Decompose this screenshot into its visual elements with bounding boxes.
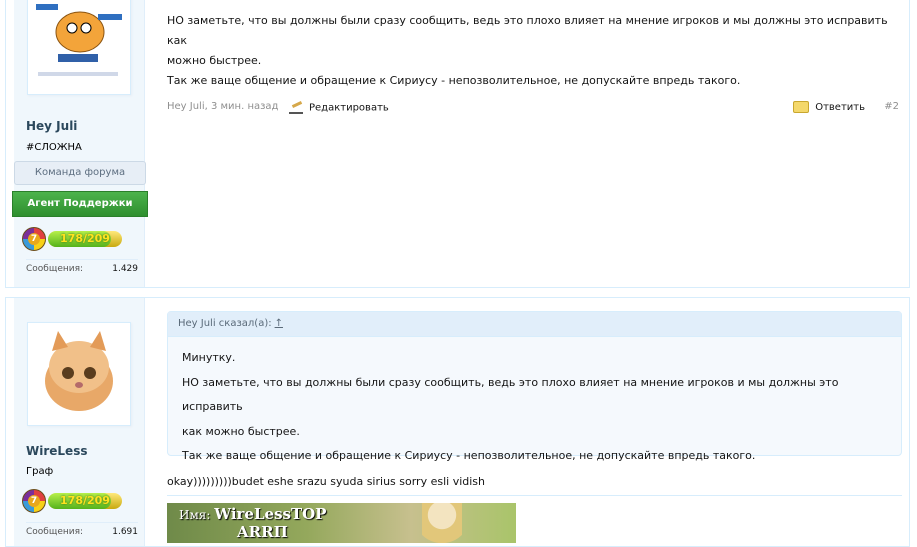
- quote-jump-link[interactable]: ↑: [275, 318, 283, 329]
- messages-count: 1.691: [112, 527, 138, 537]
- quote-body: Минутку. НО заметьте, что вы должны были…: [182, 346, 891, 469]
- pencil-icon: [289, 101, 303, 114]
- message-body: НО заметьте, что вы должны были сразу со…: [167, 11, 899, 91]
- post-1: Hey Juli #СЛОЖНА Команда форума Агент По…: [5, 0, 910, 288]
- avatar[interactable]: [27, 0, 131, 95]
- level-badge-number: 7: [28, 233, 40, 245]
- messages-label: Сообщения:: [26, 527, 84, 537]
- username[interactable]: WireLess: [26, 444, 87, 458]
- signature-divider: [167, 495, 902, 496]
- message-line: можно быстрее.: [167, 54, 262, 67]
- level-progress: 178/209: [48, 493, 122, 509]
- quote-line: как можно быстрее.: [182, 424, 300, 438]
- signature-second-value: ARRП: [237, 523, 288, 541]
- level-text: 178/209: [60, 494, 110, 507]
- avatar[interactable]: [27, 322, 131, 426]
- messages-label: Сообщения:: [26, 264, 84, 274]
- user-title: Граф: [26, 466, 54, 477]
- message-line: Так же ваще общение и обращение к Сириус…: [167, 74, 741, 87]
- messages-count: 1.429: [112, 264, 138, 274]
- post-meta: Hey Juli, 3 мин. назад Редактировать Отв…: [167, 101, 899, 114]
- user-title: #СЛОЖНА: [26, 142, 82, 153]
- post-2: WireLess Граф 7 178/209 Сообщения: 1.691…: [5, 297, 910, 547]
- level-progress: 178/209: [48, 231, 122, 247]
- user-info-panel: Hey Juli #СЛОЖНА Команда форума Агент По…: [12, 0, 148, 287]
- level-bar: 7 178/209: [22, 489, 134, 513]
- avatar-image: [28, 0, 130, 94]
- signature-name-value: WireLessTOP: [214, 505, 327, 523]
- username[interactable]: Hey Juli: [26, 119, 77, 133]
- level-badge-number: 7: [28, 495, 40, 507]
- quote-line: Минутку.: [182, 351, 236, 364]
- level-badge-icon: 7: [22, 489, 46, 513]
- edit-button[interactable]: Редактировать: [289, 101, 389, 114]
- level-badge-icon: 7: [22, 227, 46, 251]
- post-author-time[interactable]: Hey Juli, 3 мин. назад: [167, 101, 278, 112]
- quote-line: НО заметьте, что вы должны были сразу со…: [182, 375, 839, 414]
- quote-line: Так же ваще общение и обращение к Сириус…: [182, 449, 756, 462]
- banner-forum-team: Команда форума: [14, 161, 146, 185]
- avatar-image: [28, 323, 130, 425]
- reply-button[interactable]: Ответить: [793, 101, 865, 113]
- post-number[interactable]: #2: [884, 101, 899, 112]
- speech-bubble-icon: [793, 101, 810, 113]
- character-portrait: [422, 503, 462, 543]
- reply-label: Ответить: [815, 102, 865, 113]
- level-bar: 7 178/209: [22, 227, 134, 251]
- level-text: 178/209: [60, 232, 110, 245]
- signature-name-row: Имя: WireLessTOP: [179, 505, 326, 523]
- user-info-panel: WireLess Граф 7 178/209 Сообщения: 1.691: [14, 298, 145, 546]
- signature-image: Имя: WireLessTOP ARRП: [167, 503, 516, 543]
- signature-second-row: ARRП: [237, 523, 288, 541]
- quote-header: Hey Juli сказал(а): ↑: [168, 312, 901, 337]
- quote-block: Hey Juli сказал(а): ↑ Минутку. НО заметьт…: [167, 311, 902, 462]
- edit-label: Редактировать: [309, 102, 389, 114]
- message-line: НО заметьте, что вы должны были сразу со…: [167, 14, 888, 47]
- signature-name-label: Имя:: [179, 508, 211, 522]
- banner-support-agent: Агент Поддержки: [12, 191, 148, 217]
- reply-text: okay)))))))))budet eshe srazu syuda siri…: [167, 475, 485, 488]
- quote-author[interactable]: Hey Juli сказал(а):: [178, 318, 272, 329]
- messages-stat: Сообщения: 1.429: [26, 259, 138, 274]
